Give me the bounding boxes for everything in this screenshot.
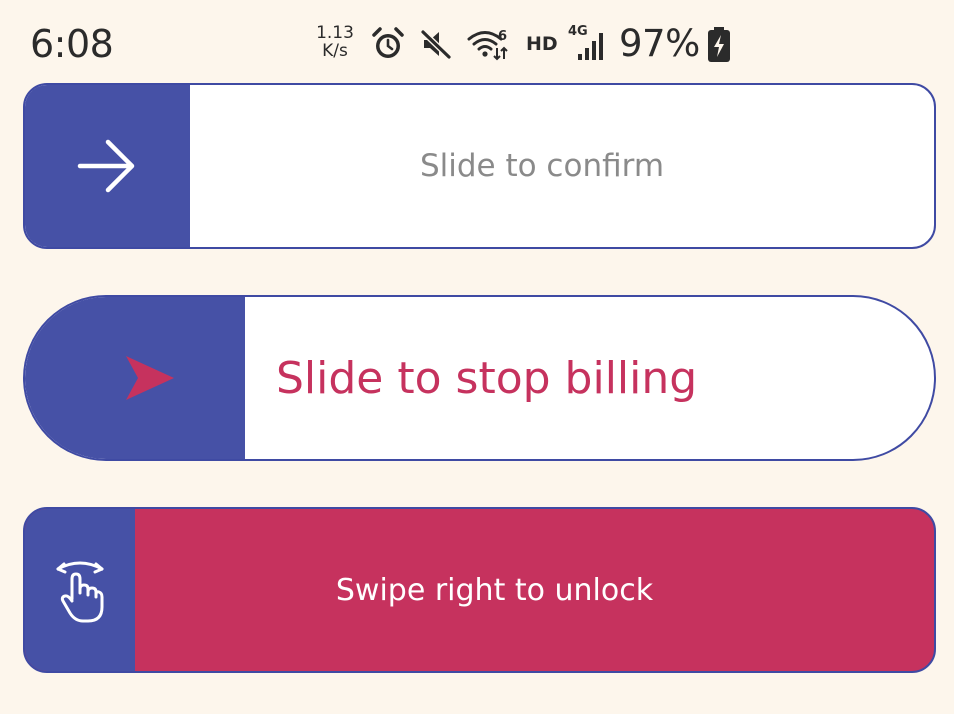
swipe-right-to-unlock-slider[interactable]: Swipe right to unlock	[23, 507, 936, 673]
battery-percent: 97%	[619, 22, 700, 65]
network-speed-value: 1.13	[316, 23, 354, 43]
slider-label: Swipe right to unlock	[335, 572, 654, 608]
arrow-right-icon	[77, 139, 134, 193]
status-bar: 6:08 1.13 K/s 6 HD 4G 97%	[0, 0, 954, 84]
battery-charging-icon	[708, 27, 730, 62]
wifi-6-icon: 6	[467, 29, 508, 61]
swipe-hand-icon	[56, 561, 104, 623]
alarm-icon	[372, 27, 404, 58]
slider-knob[interactable]	[25, 85, 190, 247]
slider-label: Slide to stop billing	[276, 352, 698, 404]
slider-knob[interactable]	[25, 509, 135, 671]
status-time: 6:08	[30, 22, 114, 66]
hd-icon: HD	[526, 33, 558, 55]
mute-icon	[420, 29, 452, 60]
slider-knob[interactable]	[25, 297, 245, 459]
signal-bars-icon	[578, 33, 603, 60]
slide-to-stop-billing-slider[interactable]: Slide to stop billing	[23, 295, 936, 461]
slider-label: Slide to confirm	[419, 148, 665, 184]
slide-to-confirm-slider[interactable]: Slide to confirm	[23, 83, 936, 249]
network-speed: 1.13 K/s	[312, 24, 358, 60]
network-speed-unit: K/s	[322, 41, 348, 61]
navigation-arrow-icon	[126, 356, 174, 400]
svg-text:6: 6	[498, 29, 507, 44]
